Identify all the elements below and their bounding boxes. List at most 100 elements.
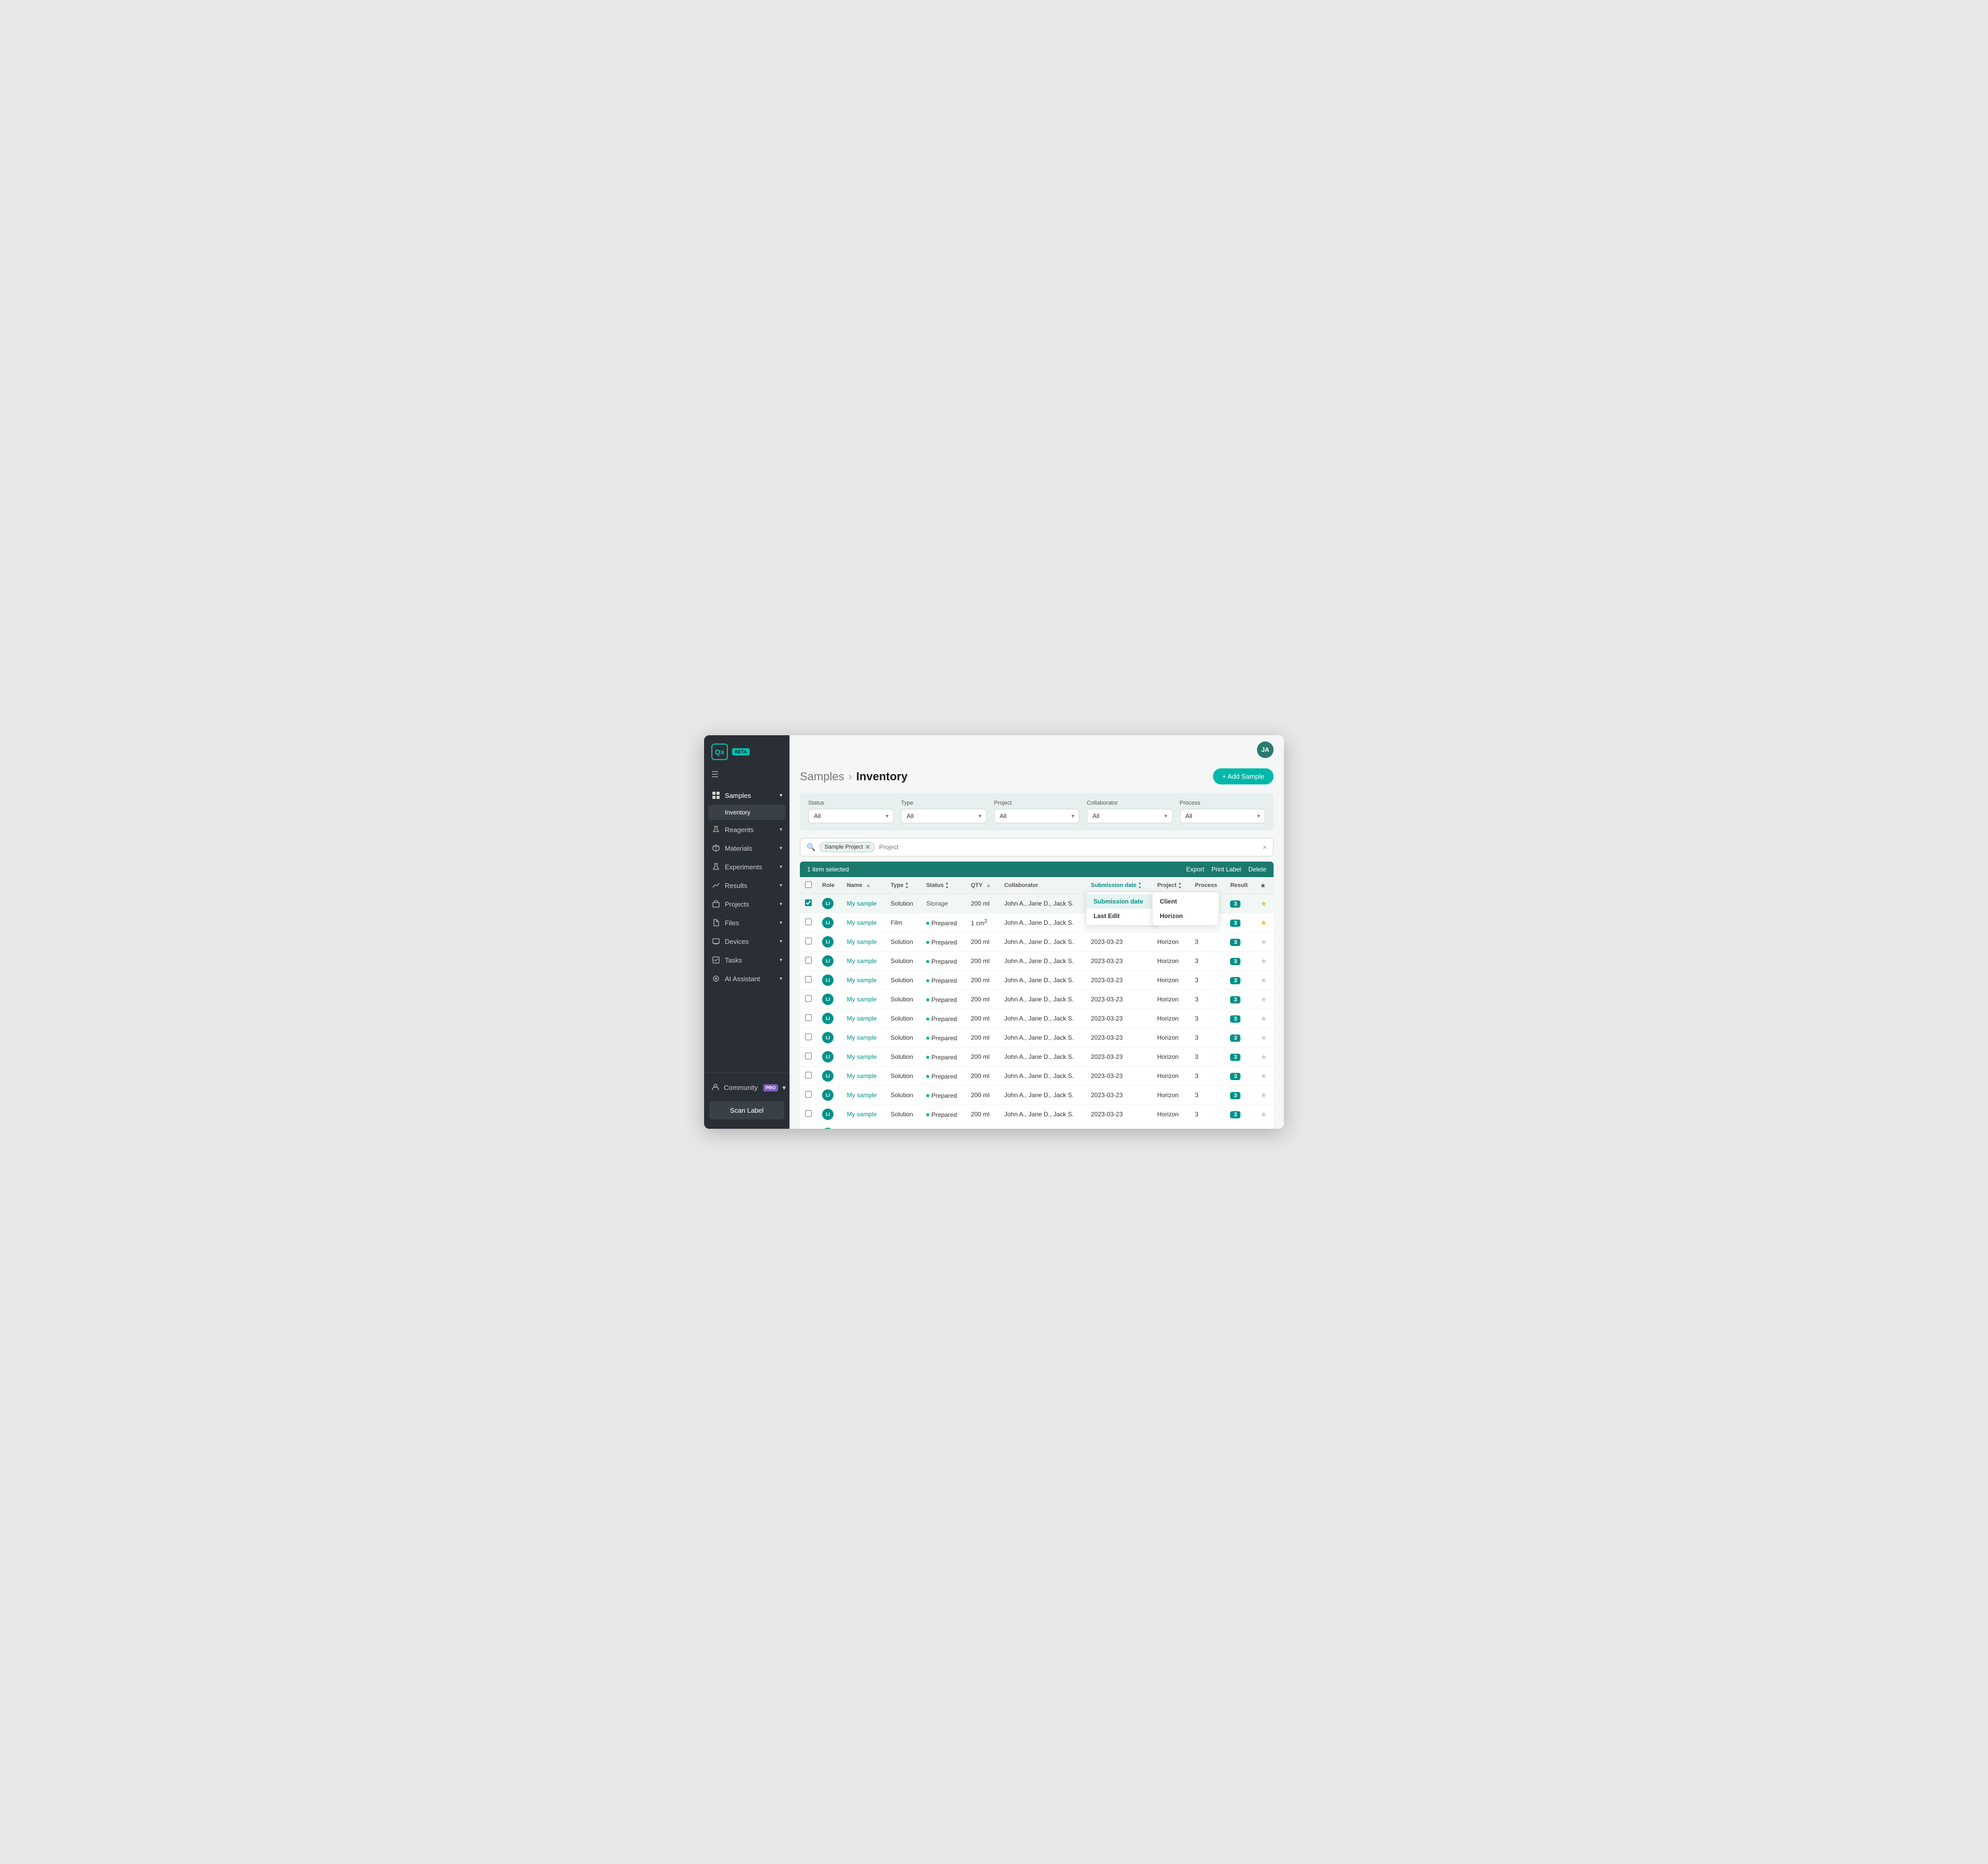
star-icon[interactable]: ★: [1261, 1072, 1267, 1080]
status-dropdown-button[interactable]: Status ▲▾: [926, 882, 949, 890]
project-select-wrap: All: [994, 809, 1079, 823]
star-icon[interactable]: ★: [1261, 995, 1267, 1003]
sample-link[interactable]: My sample: [847, 996, 877, 1003]
row-checkbox[interactable]: [805, 1033, 812, 1040]
row-checkbox[interactable]: [805, 1091, 812, 1098]
name-sort-button[interactable]: Name ▲: [847, 882, 871, 889]
sample-link[interactable]: My sample: [847, 1053, 877, 1060]
tasks-chevron: ▾: [780, 957, 782, 963]
dropdown-submission-date-option[interactable]: Submission date: [1086, 894, 1158, 909]
type-dropdown-button[interactable]: Type ▲▾: [890, 882, 909, 890]
sidebar-item-samples[interactable]: Samples ▾: [704, 786, 790, 805]
sidebar-item-inventory[interactable]: Inventory: [708, 805, 785, 820]
result-badge: 3: [1230, 1035, 1240, 1042]
row-checkbox[interactable]: [805, 1072, 812, 1079]
sample-link[interactable]: My sample: [847, 957, 877, 965]
dropdown-horizon-option[interactable]: Horizon: [1152, 909, 1219, 923]
sidebar-item-tasks[interactable]: Tasks ▾: [704, 951, 790, 969]
collaborator-select[interactable]: All: [1087, 809, 1172, 823]
search-tag: Sample Project ✕: [820, 842, 875, 852]
sidebar-item-reagents[interactable]: Reagents ▾: [704, 820, 790, 839]
sidebar-item-devices[interactable]: Devices ▾: [704, 932, 790, 951]
status-select[interactable]: All: [808, 809, 894, 823]
row-checkbox[interactable]: [805, 1014, 812, 1021]
print-label-button[interactable]: Print Label: [1211, 866, 1241, 873]
hamburger-button[interactable]: ☰: [704, 765, 790, 784]
sample-link[interactable]: My sample: [847, 1091, 877, 1099]
row-checkbox[interactable]: [805, 995, 812, 1002]
dropdown-client-option[interactable]: Client: [1152, 894, 1219, 909]
th-status[interactable]: Status ▲▾: [921, 877, 966, 894]
qty-sort-button[interactable]: QTY ▲: [971, 882, 991, 889]
sample-link[interactable]: My sample: [847, 919, 877, 926]
row-checkbox[interactable]: [805, 976, 812, 983]
scan-label-button[interactable]: Scan Label: [709, 1101, 784, 1119]
cube-icon: [711, 843, 721, 853]
star-icon[interactable]: ★: [1261, 938, 1267, 946]
sidebar-item-projects[interactable]: Projects ▾: [704, 895, 790, 913]
name-cell: My sample: [842, 1047, 886, 1067]
star-icon[interactable]: ★: [1261, 1033, 1267, 1042]
collaborator-cell: John A., Jane D., Jack S.: [999, 952, 1086, 971]
breadcrumb-parent[interactable]: Samples: [800, 770, 844, 783]
th-submission-date[interactable]: Submission date ▲▾ Submission date Last …: [1086, 877, 1152, 894]
avatar[interactable]: JA: [1257, 741, 1274, 758]
sidebar-item-experiments[interactable]: Experiments ▾: [704, 857, 790, 876]
star-icon[interactable]: ★: [1261, 1110, 1267, 1118]
star-icon[interactable]: ★: [1261, 899, 1267, 908]
row-checkbox[interactable]: [805, 1053, 812, 1059]
search-input[interactable]: [879, 843, 1259, 851]
select-all-checkbox[interactable]: [805, 881, 812, 888]
name-cell: My sample: [842, 1105, 886, 1124]
add-sample-button[interactable]: + Add Sample: [1213, 768, 1274, 784]
submission-date-dropdown-button[interactable]: Submission date ▲▾: [1091, 882, 1142, 890]
table-header: Role Name ▲ Type ▲▾: [800, 877, 1274, 894]
row-checkbox[interactable]: [805, 1110, 812, 1117]
role-cell: LI: [817, 952, 842, 971]
sample-link[interactable]: My sample: [847, 900, 877, 907]
search-clear-button[interactable]: ×: [1263, 843, 1267, 851]
th-qty[interactable]: QTY ▲: [966, 877, 999, 894]
name-cell: My sample: [842, 913, 886, 933]
sample-link[interactable]: My sample: [847, 1034, 877, 1041]
sidebar-item-materials[interactable]: Materials ▾: [704, 839, 790, 857]
star-icon[interactable]: ★: [1261, 1053, 1267, 1061]
search-tag-remove[interactable]: ✕: [865, 843, 870, 851]
th-name[interactable]: Name ▲: [842, 877, 886, 894]
star-icon[interactable]: ★: [1261, 1014, 1267, 1023]
sample-link[interactable]: My sample: [847, 938, 877, 945]
result-badge: 3: [1230, 1092, 1240, 1099]
star-icon[interactable]: ★: [1261, 976, 1267, 984]
sidebar-item-files[interactable]: Files ▾: [704, 913, 790, 932]
star-icon[interactable]: ★: [1261, 919, 1267, 927]
sidebar-item-ai-assistant[interactable]: AI Assistant ▾: [704, 969, 790, 988]
star-icon[interactable]: ★: [1261, 957, 1267, 965]
project-dropdown-button[interactable]: Project ▲▾: [1157, 882, 1181, 890]
table-row: LI My sample Solution Prepared 200 ml Jo…: [800, 1047, 1274, 1067]
row-checkbox[interactable]: [805, 957, 812, 964]
star-cell: ★: [1255, 971, 1274, 990]
status-value: Storage: [926, 900, 948, 907]
row-checkbox[interactable]: [805, 899, 812, 906]
project-select[interactable]: All: [994, 809, 1079, 823]
sample-link[interactable]: My sample: [847, 1111, 877, 1118]
delete-button[interactable]: Delete: [1248, 866, 1266, 873]
process-select[interactable]: All: [1180, 809, 1265, 823]
sample-link[interactable]: My sample: [847, 1015, 877, 1022]
sidebar-item-results[interactable]: Results ▾: [704, 876, 790, 895]
row-checkbox-cell: [800, 933, 817, 952]
row-checkbox[interactable]: [805, 919, 812, 925]
type-select[interactable]: All: [901, 809, 986, 823]
table-row: LI My sample Solution Prepared 200 ml Jo…: [800, 1105, 1274, 1124]
community-item[interactable]: Community PRO ▾: [704, 1078, 790, 1097]
sample-link[interactable]: My sample: [847, 977, 877, 984]
th-type[interactable]: Type ▲▾: [885, 877, 921, 894]
star-icon[interactable]: ★: [1261, 1091, 1267, 1099]
th-project[interactable]: Project ▲▾ Client Horizon: [1152, 877, 1190, 894]
breadcrumb-separator: ›: [849, 770, 852, 783]
dropdown-last-edit-option[interactable]: Last Edit: [1086, 909, 1158, 923]
row-checkbox[interactable]: [805, 938, 812, 944]
projects-icon: [711, 899, 721, 909]
sample-link[interactable]: My sample: [847, 1072, 877, 1080]
export-button[interactable]: Export: [1186, 866, 1204, 873]
